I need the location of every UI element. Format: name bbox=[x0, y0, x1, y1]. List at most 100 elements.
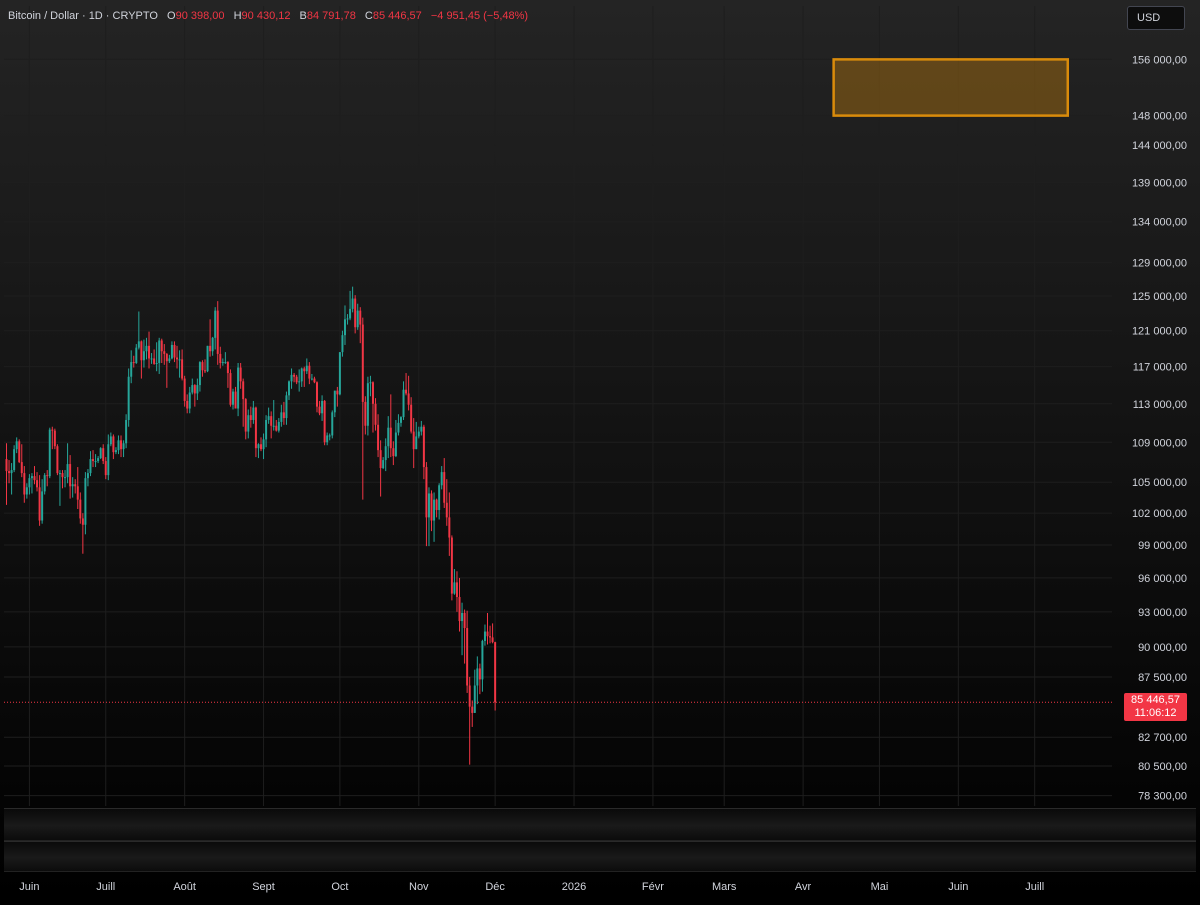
candle-body bbox=[321, 400, 324, 414]
candle-body bbox=[132, 362, 135, 364]
candle-body bbox=[343, 319, 346, 336]
price-tick-label: 87 500,00 bbox=[1138, 672, 1187, 684]
currency-button[interactable]: USD bbox=[1127, 6, 1185, 30]
candle-body bbox=[229, 373, 232, 405]
candle[interactable] bbox=[237, 362, 240, 417]
candle-body bbox=[76, 486, 79, 500]
price-tick-label: 117 000,00 bbox=[1133, 362, 1187, 374]
candle[interactable] bbox=[323, 400, 326, 446]
candle-body bbox=[466, 628, 469, 686]
candle-body bbox=[30, 476, 33, 479]
candle-body bbox=[188, 392, 191, 409]
candle-body bbox=[221, 362, 224, 364]
candle-body bbox=[214, 310, 217, 338]
candle-body bbox=[127, 376, 130, 420]
high-value: 90 430,12 bbox=[241, 10, 291, 22]
price-tick-label: 82 700,00 bbox=[1138, 732, 1187, 744]
candle-body bbox=[176, 357, 179, 360]
candle[interactable] bbox=[56, 444, 59, 476]
candle[interactable] bbox=[48, 427, 51, 479]
candle-body bbox=[125, 419, 128, 444]
candle-body bbox=[211, 337, 214, 352]
candle-body bbox=[219, 353, 222, 363]
chart-area[interactable]: 156 000,00 148 000,00 144 000,00 139 000,00… bbox=[0, 0, 1200, 900]
time-tick-label: Mai bbox=[871, 881, 889, 893]
candle[interactable] bbox=[13, 445, 16, 473]
candle-body bbox=[468, 685, 471, 707]
price-tick-label: 105 000,00 bbox=[1132, 477, 1187, 489]
candle-body bbox=[84, 478, 87, 525]
candle[interactable] bbox=[338, 352, 341, 396]
time-tick-label: 2026 bbox=[562, 881, 586, 893]
candle-body bbox=[140, 341, 143, 361]
candle-body bbox=[209, 345, 212, 352]
candle-body bbox=[94, 461, 97, 463]
candle-body bbox=[491, 637, 494, 643]
price-tick-label: 129 000,00 bbox=[1132, 257, 1187, 269]
candle-body bbox=[117, 440, 120, 451]
candle-body bbox=[361, 324, 364, 402]
candle[interactable] bbox=[331, 410, 334, 439]
candle-body bbox=[234, 391, 237, 409]
candle-body bbox=[165, 353, 168, 362]
candle-body bbox=[66, 464, 69, 478]
bar-countdown: 11:06:12 bbox=[1134, 707, 1177, 720]
candle[interactable] bbox=[99, 447, 102, 460]
candle-body bbox=[422, 426, 425, 468]
candle-body bbox=[130, 362, 133, 377]
candle-body bbox=[262, 439, 265, 450]
candle-body bbox=[148, 345, 151, 359]
candle-body bbox=[153, 358, 156, 364]
volume-pane-separator[interactable] bbox=[4, 808, 1196, 841]
candle[interactable] bbox=[127, 368, 130, 427]
candle-body bbox=[384, 446, 387, 461]
candle-body bbox=[448, 517, 451, 538]
candle[interactable] bbox=[18, 439, 21, 464]
candle-body bbox=[158, 340, 161, 363]
candle[interactable] bbox=[206, 345, 209, 373]
candle-body bbox=[374, 403, 377, 425]
candle-body bbox=[379, 450, 382, 469]
candle-body bbox=[18, 441, 21, 463]
candle-body bbox=[196, 385, 199, 394]
candle-body bbox=[99, 448, 102, 459]
candle-body bbox=[425, 467, 428, 518]
candle-body bbox=[135, 347, 138, 363]
high-label: H bbox=[233, 10, 242, 22]
price-tick-label: 134 000,00 bbox=[1132, 217, 1187, 229]
candle-body bbox=[53, 430, 56, 447]
price-tick-label: 113 000,00 bbox=[1133, 399, 1187, 411]
low-value: 84 791,78 bbox=[306, 10, 356, 22]
candle-body bbox=[420, 426, 423, 432]
candle-body bbox=[33, 476, 36, 481]
candle-body bbox=[247, 415, 250, 432]
candle-body bbox=[8, 471, 11, 474]
candle-body bbox=[430, 493, 433, 521]
price-tick-label: 121 000,00 bbox=[1132, 326, 1187, 338]
candle-body bbox=[399, 417, 402, 423]
candle[interactable] bbox=[229, 369, 232, 407]
candle-body bbox=[163, 351, 166, 354]
price-tick-label: 93 000,00 bbox=[1138, 607, 1187, 619]
candle-body bbox=[435, 499, 438, 511]
candle-body bbox=[114, 450, 117, 453]
candle-body bbox=[354, 298, 357, 328]
candle-body bbox=[433, 499, 436, 521]
candle-body bbox=[463, 612, 466, 629]
candle[interactable] bbox=[43, 473, 46, 495]
candle[interactable] bbox=[53, 428, 56, 450]
candle-body bbox=[323, 400, 326, 443]
candle[interactable] bbox=[450, 535, 453, 601]
price-tick-label: 125 000,00 bbox=[1132, 291, 1187, 303]
drawn-rectangle[interactable] bbox=[832, 58, 1070, 117]
candle-body bbox=[458, 597, 461, 622]
candle-body bbox=[272, 425, 275, 427]
candle[interactable] bbox=[494, 641, 497, 711]
open-value: 90 398,00 bbox=[175, 10, 225, 22]
candlestick-chart[interactable]: 156 000,00 148 000,00 144 000,00 139 000,00… bbox=[0, 0, 1200, 900]
candle-body bbox=[48, 429, 51, 477]
symbol-title[interactable]: Bitcoin / Dollar · 1D · CRYPTO bbox=[8, 10, 158, 22]
indicator-pane[interactable] bbox=[4, 841, 1196, 872]
candle-body bbox=[86, 473, 89, 479]
candle-body bbox=[92, 459, 95, 462]
